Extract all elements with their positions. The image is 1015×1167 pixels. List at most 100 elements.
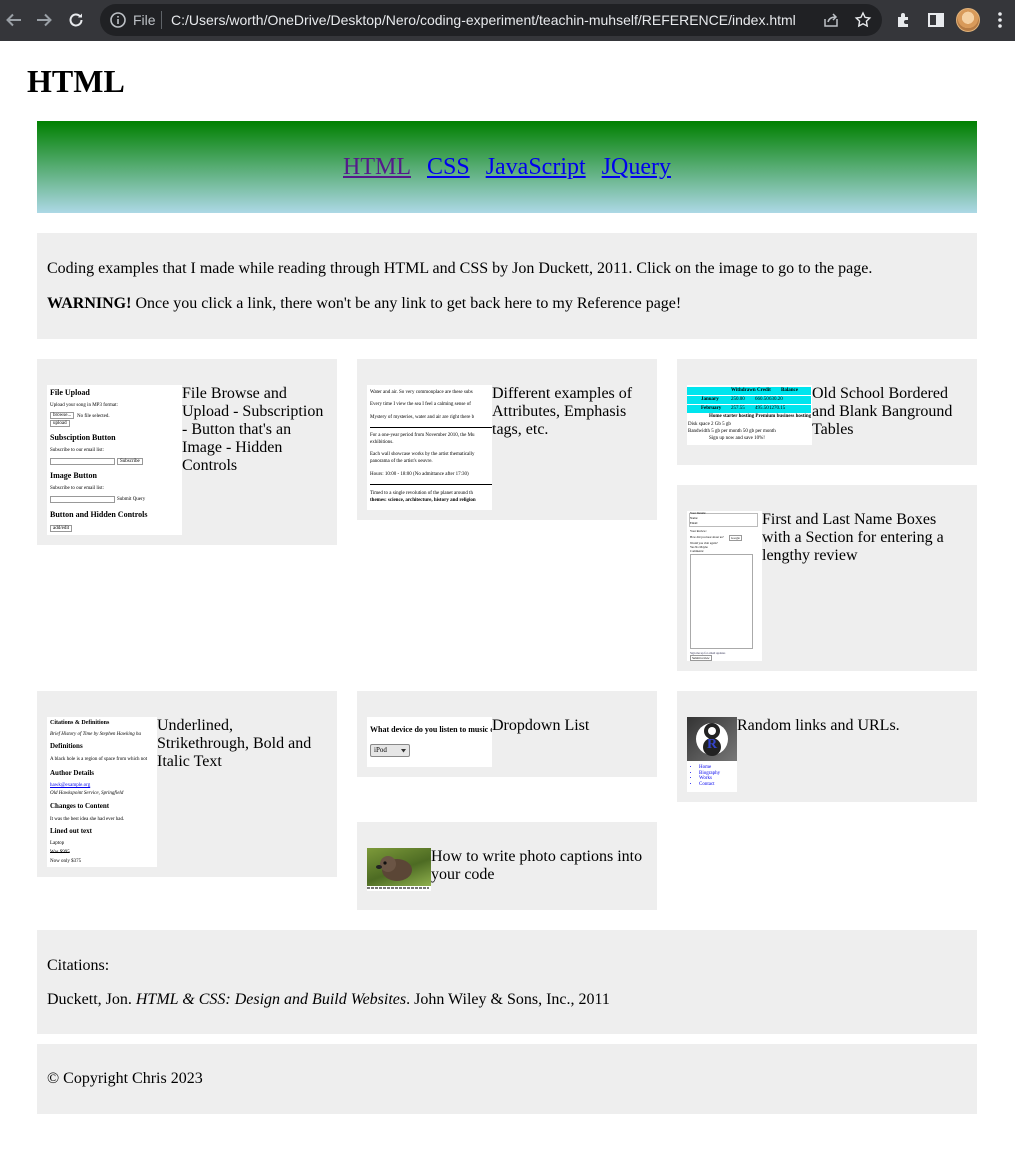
thumb-cell: 1270.15 (769, 406, 786, 411)
thumb-text: It was the best idea she had ever had. (50, 817, 125, 822)
nav-link-jquery[interactable]: JQuery (602, 153, 671, 181)
thumbnail-forms[interactable]: File Upload Upload your song in MP3 form… (47, 385, 182, 535)
thumb-select-value: iPod (374, 746, 387, 754)
thumb-text: panorama of the artist's oeuvre. (370, 459, 433, 464)
thumbnail-links[interactable]: R Home Biography Works Contact (687, 717, 737, 792)
thumb-select: Google (729, 535, 742, 541)
thumb-select: iPod (370, 744, 410, 757)
thumb-text: Timed to a single revolution of the plan… (370, 491, 473, 496)
url-scheme-label: File (133, 12, 156, 28)
back-button[interactable] (2, 8, 26, 32)
thumb-link: hawk@example.org (50, 783, 91, 788)
reload-button[interactable] (64, 8, 88, 32)
url-text[interactable]: C:/Users/worth/OneDrive/Desktop/Nero/cod… (171, 11, 796, 29)
thumb-link-list: Home Biography Works Contact (687, 765, 720, 787)
thumb-cell: Credit (757, 388, 771, 393)
thumb-cell: January (701, 397, 719, 402)
thumbnail-review-form[interactable]: Your Details: Name: Email: Your Review: … (687, 511, 762, 661)
thumb-input (50, 496, 115, 503)
thumb-text: Subscribe to our email list: (50, 448, 104, 453)
thumb-text: Was $995 (50, 850, 70, 855)
thumb-text: Bandwidth 5 gb per month 50 gb per month (688, 429, 776, 434)
main-navigation: HTML CSS JavaScript JQuery (37, 121, 977, 213)
profile-avatar[interactable] (956, 8, 980, 32)
thumbnail-dropdown[interactable]: What device do you listen to music on? i… (367, 717, 492, 767)
citations-label: Citations: (47, 957, 110, 974)
thumb-heading: File Upload (50, 388, 90, 397)
warning-label: WARNING! (47, 295, 132, 312)
thumb-cell: Balance (781, 388, 798, 393)
thumb-text: exhibitions. (370, 440, 394, 445)
thumb-input (50, 458, 115, 465)
thumb-text: Name: (690, 516, 698, 520)
thumb-text: Laptop (50, 841, 65, 846)
thumb-heading: Author Details (50, 769, 95, 777)
forward-arrow-icon (37, 13, 52, 27)
footer-panel: © Copyright Chris 2023 (37, 1044, 977, 1114)
citation-publisher: . John Wiley & Sons, Inc., 2011 (406, 991, 610, 1008)
thumb-cell: February (701, 406, 722, 411)
thumb-rule (370, 484, 492, 485)
example-card-dropdown: What device do you listen to music on? i… (357, 691, 657, 777)
nav-link-html[interactable]: HTML (343, 153, 411, 181)
reload-icon (69, 13, 83, 27)
browser-toolbar: File C:/Users/worth/OneDrive/Desktop/Ner… (0, 0, 1015, 41)
example-card-tables: Withdrawn Credit Balance January 250.00 … (677, 359, 977, 465)
thumbnail-text-formatting[interactable]: Citations & Definitions Brief History of… (47, 717, 157, 867)
thumb-cell: 250.00 (731, 397, 745, 402)
thumb-heading: Citations & Definitions (50, 720, 110, 726)
thumb-text: Brief History of Time by Stephen Hawking… (50, 732, 141, 737)
thumb-button: Subscribe (117, 458, 143, 465)
thumb-text: How did you hear about us? (690, 535, 724, 539)
citation-entry: Duckett, Jon. HTML & CSS: Design and Bui… (47, 990, 967, 1010)
thumb-text: Now only $375 (50, 859, 82, 864)
warning-text: WARNING! Once you click a link, there wo… (47, 294, 967, 314)
thumb-table: Withdrawn Credit Balance January 250.00 … (687, 387, 811, 413)
thumb-button: add/edit (50, 525, 73, 532)
thumb-button: browse... (50, 412, 75, 419)
thumb-text: Disk space 2 Gb 5 gb (688, 422, 731, 427)
thumb-text: Email: (690, 521, 698, 525)
bookmark-star-icon[interactable] (854, 11, 872, 29)
nav-link-javascript[interactable]: JavaScript (486, 153, 586, 181)
thumb-text: themes: science, architecture, history a… (370, 498, 476, 503)
copyright-text: © Copyright Chris 2023 (47, 1070, 203, 1087)
info-icon[interactable] (109, 11, 127, 29)
extensions-puzzle-icon[interactable] (894, 10, 914, 30)
thumb-text: For a one-year period from November 2010… (370, 433, 475, 438)
example-card-text-formatting: Citations & Definitions Brief History of… (37, 691, 337, 877)
address-bar[interactable]: File C:/Users/worth/OneDrive/Desktop/Ner… (100, 4, 882, 36)
thumb-rule (370, 427, 492, 428)
thumb-text: Every time I view the sea I feel a calmi… (370, 402, 471, 407)
thumb-cell: Withdrawn (731, 388, 756, 393)
thumb-text: A black hole is a region of space from w… (50, 757, 148, 762)
example-card-review-form: Your Details: Name: Email: Your Review: … (677, 485, 977, 671)
page-title: HTML (27, 63, 125, 99)
thumb-text: Each wall showcase works by the artist t… (370, 452, 475, 457)
thumb-button: Submit review (690, 655, 712, 661)
example-card-attributes: Water and air. So very commonplace are t… (357, 359, 657, 520)
thumb-heading: Button and Hidden Controls (50, 510, 148, 519)
thumb-text: Your Review: (690, 529, 707, 533)
thumbnail-photo-captions[interactable] (367, 848, 431, 891)
thumb-heading: Definitions (50, 742, 83, 750)
address-divider (161, 11, 162, 29)
more-menu-icon[interactable] (990, 10, 1010, 30)
thumb-caption-text (367, 887, 429, 889)
thumb-cell: 660.50 (755, 397, 769, 402)
warning-message: Once you click a link, there won't be an… (131, 295, 682, 312)
forward-button[interactable] (32, 8, 56, 32)
thumbnail-tables[interactable]: Withdrawn Credit Balance January 250.00 … (687, 385, 812, 445)
citations-panel: Citations: Duckett, Jon. HTML & CSS: Des… (37, 930, 977, 1034)
thumb-cell: 257.55 (731, 406, 745, 411)
nav-link-css[interactable]: CSS (427, 153, 470, 181)
side-panel-icon[interactable] (926, 10, 946, 30)
thumb-cell: 495.50 (755, 406, 769, 411)
thumb-text: Subscribe to our email list: (50, 486, 104, 491)
thumb-text: Home starter hosting Premium business ho… (709, 414, 812, 419)
example-card-photo-captions: How to write photo captions into your co… (357, 822, 657, 910)
thumbnail-attributes[interactable]: Water and air. So very commonplace are t… (367, 385, 492, 510)
share-icon[interactable] (822, 11, 840, 29)
thumb-textarea (690, 554, 753, 649)
thumb-heading: Changes to Content (50, 802, 110, 810)
